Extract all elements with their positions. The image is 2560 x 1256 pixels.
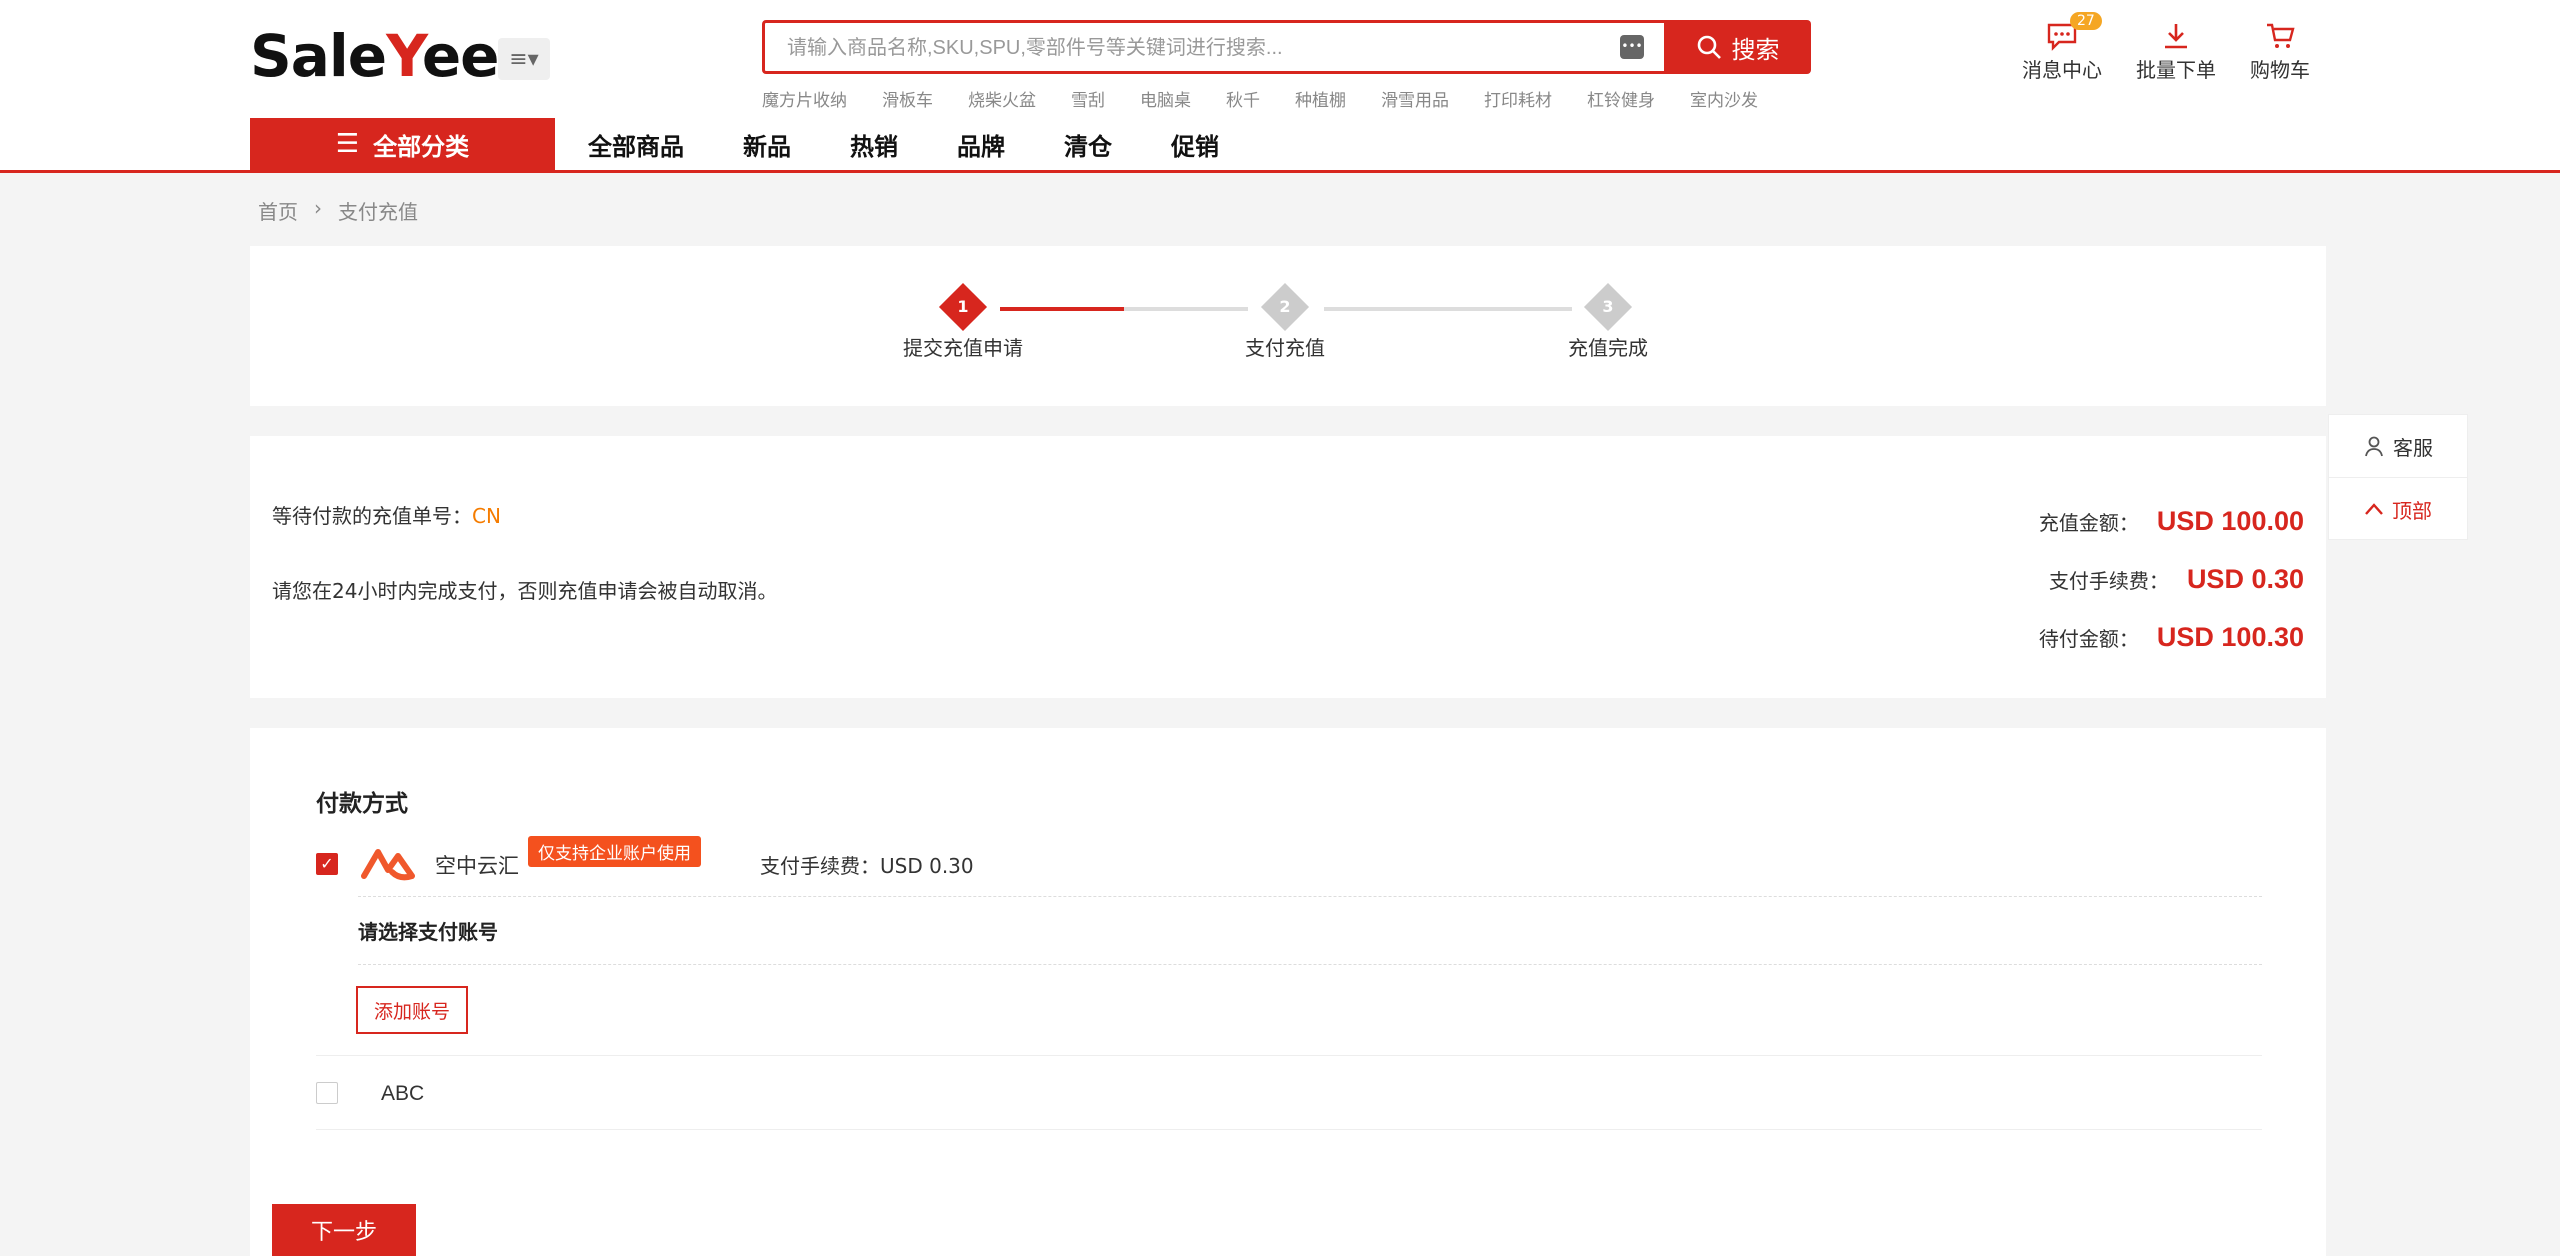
- main-nav: ☰ 全部分类 全部商品 新品 热销 品牌 清仓 促销: [250, 118, 1245, 170]
- recharge-amount: USD 100.00: [2156, 505, 2304, 536]
- breadcrumb-current: 支付充值: [338, 200, 418, 224]
- list-icon: ☰: [335, 129, 360, 159]
- payment-methods: 付款方式 ✓ 空中云汇 仅支持企业账户使用 支付手续费：USD 0.30 请选择…: [250, 728, 2326, 1256]
- site-header: SaleYee ≡▾ ••• 搜索 魔方片收纳 滑板车 烧柴火盆 雪刮 电脑桌 秋千 种植棚…: [0, 0, 2560, 173]
- recharge-amount-row: 充值金额： USD 100.00: [2039, 492, 2304, 550]
- airwallex-checkbox[interactable]: ✓: [316, 853, 338, 875]
- progress-steps: 1 提交充值申请 2 支付充值 3 充值完成: [250, 246, 2326, 406]
- order-number: CN: [472, 504, 501, 528]
- breadcrumb: 首页 › 支付充值: [258, 196, 418, 225]
- download-icon: [2158, 18, 2194, 54]
- nav-brands[interactable]: 品牌: [957, 127, 1005, 162]
- customer-service-label: 客服: [2393, 435, 2433, 460]
- search-box: ••• 搜索: [762, 20, 1811, 74]
- fee-amount: USD 0.30: [2186, 563, 2304, 594]
- nav-new[interactable]: 新品: [743, 127, 791, 162]
- customer-service-button[interactable]: 客服: [2329, 415, 2467, 477]
- hot-word[interactable]: 滑板车: [882, 86, 933, 111]
- step-3: 3 充值完成: [1528, 282, 1688, 361]
- image-search-icon[interactable]: •••: [1620, 35, 1644, 59]
- hot-word[interactable]: 烧柴火盆: [968, 86, 1036, 111]
- shopping-cart[interactable]: 购物车: [2250, 18, 2310, 83]
- pending-order-label: 等待付款的充值单号：: [272, 504, 472, 528]
- search-icon: [1697, 35, 1721, 59]
- step-1-number: 1: [957, 297, 969, 316]
- order-info: 等待付款的充值单号：CN 请您在24小时内完成支付，否则充值申请会被自动取消。 …: [250, 436, 2326, 698]
- nav-clearance[interactable]: 清仓: [1064, 127, 1112, 162]
- due-label: 待付金额：: [2038, 626, 2139, 651]
- hot-word[interactable]: 秋千: [1226, 86, 1260, 111]
- floating-panel: 客服 顶部: [2328, 414, 2468, 540]
- divider: [358, 964, 2262, 965]
- hot-word[interactable]: 杠铃健身: [1587, 86, 1655, 111]
- hot-words: 魔方片收纳 滑板车 烧柴火盆 雪刮 电脑桌 秋千 种植棚 滑雪用品 打印耗材 杠铃健身 室内沙发: [762, 86, 1758, 111]
- hot-word[interactable]: 种植棚: [1295, 86, 1346, 111]
- all-categories-label: 全部分类: [373, 132, 470, 161]
- step-2-number: 2: [1279, 297, 1291, 316]
- back-to-top-button[interactable]: 顶部: [2329, 477, 2467, 540]
- hot-word[interactable]: 雪刮: [1071, 86, 1105, 111]
- hot-word[interactable]: 电脑桌: [1140, 86, 1191, 111]
- top-icons: 27 消息中心 批量下单 购物车: [2022, 12, 2310, 83]
- due-amount-row: 待付金额： USD 100.30: [2039, 608, 2304, 666]
- enterprise-only-tag: 仅支持企业账户使用: [528, 836, 701, 867]
- fee-row: 支付手续费： USD 0.30: [2039, 550, 2304, 608]
- fee-label: 支付手续费：: [2048, 568, 2169, 593]
- cart-label: 购物车: [2250, 58, 2310, 82]
- hot-word[interactable]: 滑雪用品: [1381, 86, 1449, 111]
- abc-method-name: ABC: [381, 1082, 425, 1105]
- abc-checkbox[interactable]: [316, 1082, 338, 1104]
- search-button-label: 搜索: [1731, 35, 1780, 64]
- hot-word[interactable]: 打印耗材: [1484, 86, 1552, 111]
- all-categories-button[interactable]: ☰ 全部分类: [250, 118, 555, 170]
- back-to-top-label: 顶部: [2392, 498, 2432, 523]
- message-center-label: 消息中心: [2022, 58, 2102, 82]
- cart-icon: [2262, 18, 2298, 54]
- hot-word[interactable]: 室内沙发: [1690, 86, 1758, 111]
- step-1: 1 提交充值申请: [883, 282, 1043, 361]
- divider: [358, 896, 2262, 897]
- next-step-button[interactable]: 下一步: [272, 1204, 416, 1256]
- pending-order-row: 等待付款的充值单号：CN: [272, 500, 777, 529]
- select-account-label: 请选择支付账号: [358, 920, 498, 944]
- menu-toggle-icon[interactable]: ≡▾: [498, 38, 550, 80]
- bulk-order-label: 批量下单: [2136, 58, 2216, 82]
- search-button[interactable]: 搜索: [1664, 20, 1811, 74]
- nav-hot[interactable]: 热销: [850, 127, 898, 162]
- step-3-label: 充值完成: [1568, 336, 1648, 360]
- step-3-number: 3: [1602, 297, 1614, 316]
- add-account-button[interactable]: 添加账号: [356, 986, 468, 1034]
- payment-notice: 请您在24小时内完成支付，否则充值申请会被自动取消。: [272, 579, 778, 603]
- search-input[interactable]: [785, 23, 1619, 73]
- step-2: 2 支付充值: [1205, 282, 1365, 361]
- due-amount: USD 100.30: [2156, 621, 2304, 652]
- breadcrumb-home[interactable]: 首页: [258, 196, 298, 225]
- divider: [316, 1055, 2262, 1056]
- divider: [316, 1129, 2262, 1130]
- step-2-label: 支付充值: [1245, 336, 1325, 360]
- nav-promotions[interactable]: 促销: [1171, 127, 1219, 162]
- airwallex-logo-icon: [360, 846, 416, 886]
- saleyee-logo[interactable]: SaleYee: [250, 22, 500, 90]
- breadcrumb-separator: ›: [314, 196, 322, 220]
- message-badge: 27: [2070, 12, 2102, 30]
- bulk-order[interactable]: 批量下单: [2136, 18, 2216, 83]
- recharge-label: 充值金额：: [2038, 510, 2139, 535]
- nav-all-products[interactable]: 全部商品: [588, 127, 684, 162]
- message-center[interactable]: 27 消息中心: [2022, 12, 2102, 83]
- payment-title: 付款方式: [316, 791, 408, 817]
- airwallex-name: 空中云汇: [435, 854, 519, 878]
- step-1-label: 提交充值申请: [903, 336, 1023, 360]
- chevron-up-icon: [2365, 503, 2383, 515]
- hot-word[interactable]: 魔方片收纳: [762, 86, 847, 111]
- user-icon: [2365, 436, 2383, 457]
- airwallex-fee: 支付手续费：USD 0.30: [760, 854, 974, 878]
